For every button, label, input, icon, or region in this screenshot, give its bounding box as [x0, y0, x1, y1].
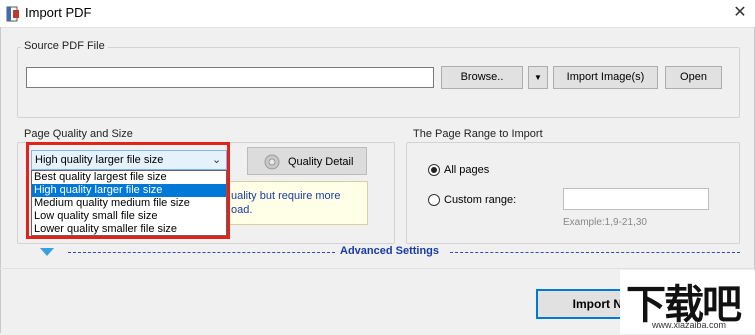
custom-range-label[interactable]: Custom range: — [444, 194, 516, 206]
quality-info-box: uality but require more oad. — [226, 181, 368, 225]
custom-range-radio[interactable] — [428, 194, 440, 206]
browse-menu-button[interactable]: ▼ — [528, 66, 548, 89]
quality-detail-button[interactable]: Quality Detail — [247, 147, 367, 175]
window-title: Import PDF — [25, 5, 92, 20]
gear-icon — [264, 154, 280, 170]
advanced-divider-left — [68, 252, 335, 253]
advanced-settings-toggle[interactable]: Advanced Settings — [340, 245, 439, 257]
quality-detail-label: Quality Detail — [288, 156, 354, 168]
quality-info-line2: oad. — [231, 204, 253, 216]
source-group-label: Source PDF File — [21, 40, 108, 52]
browse-button[interactable]: Browse.. — [441, 66, 523, 89]
highlight-box — [26, 142, 230, 239]
expand-arrow-icon[interactable] — [40, 248, 54, 256]
title-bar: Import PDF ✕ — [0, 0, 755, 28]
page-range-example: Example:1,9-21,30 — [563, 217, 647, 228]
watermark-url: www.xiazaiba.com — [652, 320, 727, 330]
page-range-group-label: The Page Range to Import — [410, 128, 546, 140]
pdf-app-icon — [6, 6, 19, 22]
watermark-logo: 下载吧 www.xiazaiba.com — [620, 270, 755, 334]
all-pages-radio[interactable] — [428, 164, 440, 176]
import-images-button[interactable]: Import Image(s) — [553, 66, 658, 89]
open-button[interactable]: Open — [665, 66, 722, 89]
close-icon[interactable]: ✕ — [725, 0, 755, 27]
quality-info-line1: uality but require more — [231, 190, 341, 202]
all-pages-label[interactable]: All pages — [444, 164, 489, 176]
quality-group-label: Page Quality and Size — [21, 128, 136, 140]
custom-range-input[interactable] — [563, 188, 709, 210]
advanced-divider-right — [450, 252, 740, 253]
source-path-input[interactable] — [26, 67, 434, 88]
